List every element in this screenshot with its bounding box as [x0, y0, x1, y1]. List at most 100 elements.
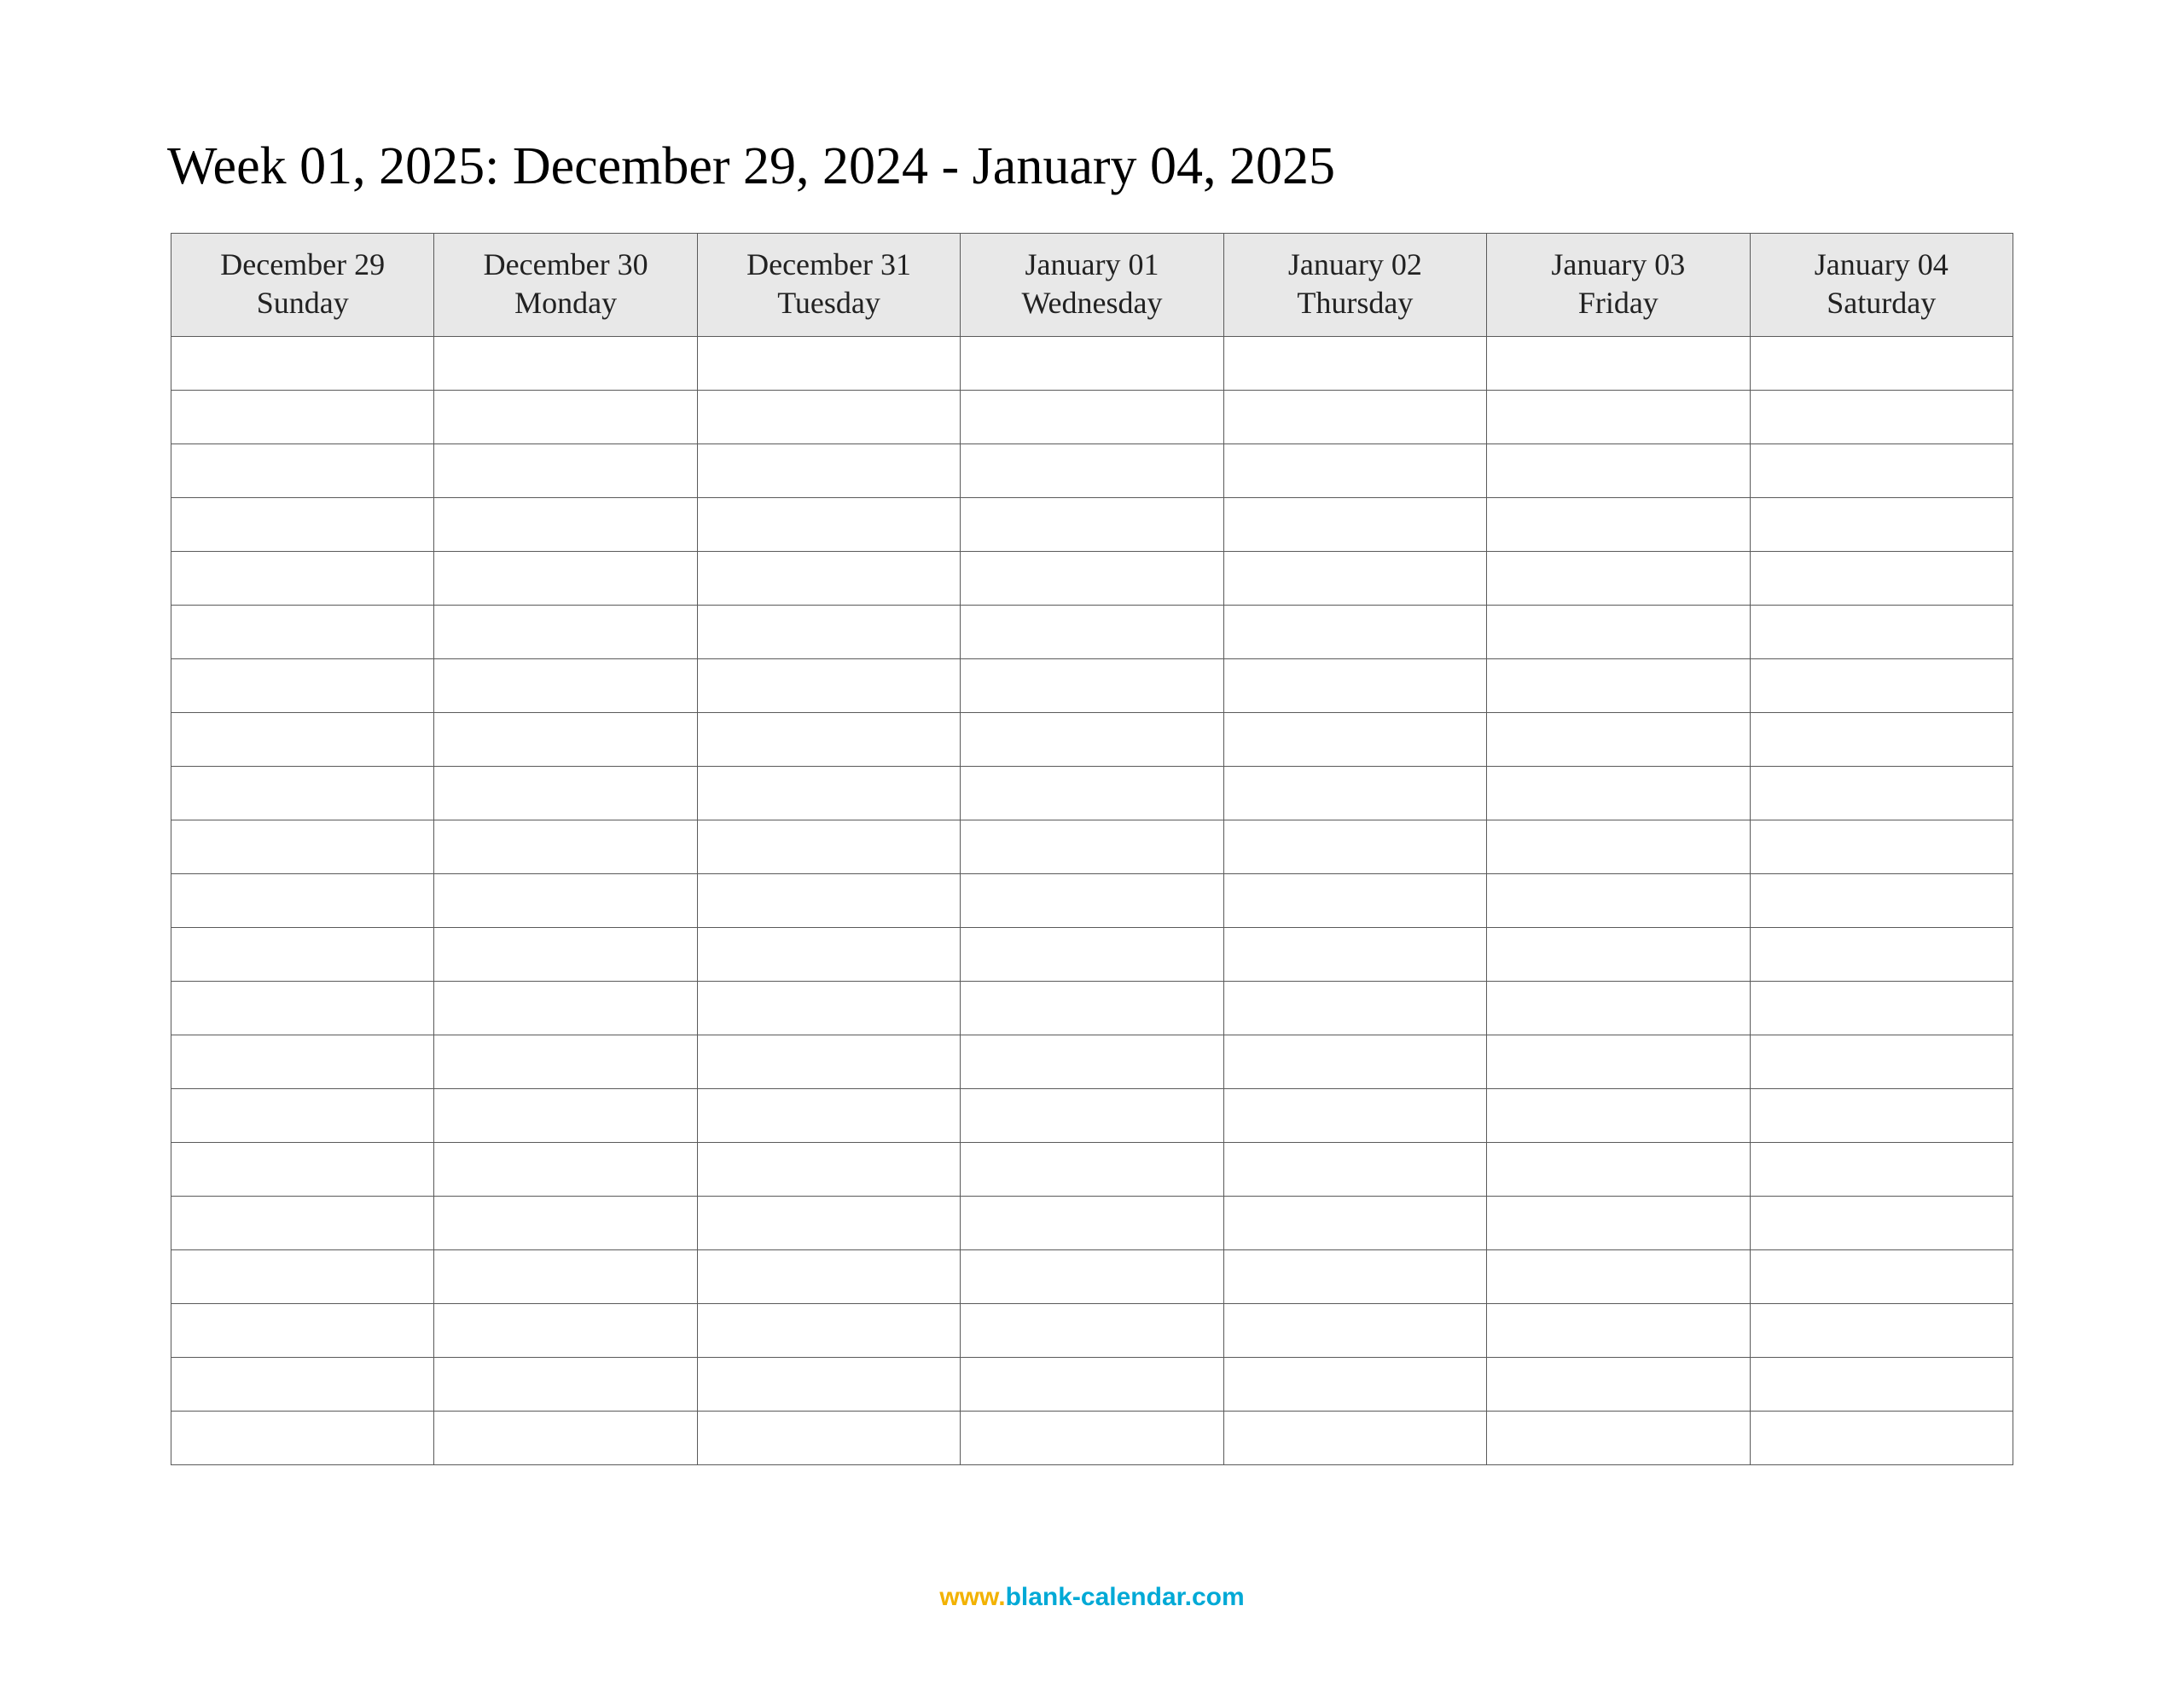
- calendar-cell: [171, 820, 434, 874]
- calendar-cell: [1223, 337, 1486, 391]
- calendar-cell: [171, 659, 434, 713]
- calendar-cell: [434, 1304, 697, 1358]
- calendar-cell: [1223, 498, 1486, 552]
- table-row: [171, 928, 2013, 982]
- calendar-cell: [434, 1412, 697, 1465]
- header-date: January 01: [961, 246, 1223, 284]
- table-row: [171, 498, 2013, 552]
- header-date: December 31: [698, 246, 960, 284]
- calendar-cell: [171, 391, 434, 444]
- calendar-cell: [1750, 928, 2013, 982]
- calendar-cell: [1487, 606, 1750, 659]
- calendar-header-cell: December 29Sunday: [171, 234, 434, 337]
- calendar-cell: [434, 1197, 697, 1250]
- calendar-cell: [1750, 874, 2013, 928]
- calendar-cell: [697, 713, 960, 767]
- calendar-header-cell: January 02Thursday: [1223, 234, 1486, 337]
- calendar-cell: [697, 820, 960, 874]
- calendar-cell: [434, 391, 697, 444]
- calendar-cell: [697, 982, 960, 1035]
- calendar-cell: [1487, 713, 1750, 767]
- calendar-cell: [1750, 1304, 2013, 1358]
- calendar-cell: [697, 767, 960, 820]
- calendar-cell: [171, 1143, 434, 1197]
- calendar-cell: [171, 1358, 434, 1412]
- calendar-cell: [1223, 1143, 1486, 1197]
- calendar-cell: [961, 928, 1223, 982]
- calendar-cell: [434, 444, 697, 498]
- calendar-cell: [1750, 498, 2013, 552]
- calendar-cell: [961, 982, 1223, 1035]
- calendar-cell: [1487, 391, 1750, 444]
- calendar-cell: [434, 552, 697, 606]
- calendar-cell: [697, 552, 960, 606]
- header-date: December 29: [171, 246, 433, 284]
- calendar-cell: [1750, 1250, 2013, 1304]
- calendar-cell: [1223, 1035, 1486, 1089]
- calendar-cell: [434, 1250, 697, 1304]
- calendar-cell: [171, 1250, 434, 1304]
- header-dayofweek: Wednesday: [961, 284, 1223, 322]
- calendar-cell: [171, 874, 434, 928]
- calendar-cell: [697, 444, 960, 498]
- calendar-cell: [697, 606, 960, 659]
- header-date: January 02: [1224, 246, 1486, 284]
- calendar-cell: [697, 1250, 960, 1304]
- table-row: [171, 1197, 2013, 1250]
- calendar-cell: [697, 659, 960, 713]
- calendar-cell: [171, 1035, 434, 1089]
- calendar-cell: [1487, 1250, 1750, 1304]
- table-row: [171, 606, 2013, 659]
- calendar-cell: [697, 1143, 960, 1197]
- calendar-cell: [434, 1358, 697, 1412]
- calendar-cell: [1223, 874, 1486, 928]
- calendar-cell: [434, 337, 697, 391]
- calendar-cell: [434, 606, 697, 659]
- calendar-cell: [434, 982, 697, 1035]
- calendar-cell: [1750, 1089, 2013, 1143]
- calendar-cell: [1750, 982, 2013, 1035]
- header-date: January 03: [1487, 246, 1749, 284]
- calendar-cell: [1750, 1143, 2013, 1197]
- header-dayofweek: Thursday: [1224, 284, 1486, 322]
- header-dayofweek: Tuesday: [698, 284, 960, 322]
- calendar-cell: [1750, 1412, 2013, 1465]
- calendar-cell: [171, 713, 434, 767]
- calendar-cell: [171, 444, 434, 498]
- calendar-cell: [961, 1412, 1223, 1465]
- calendar-cell: [434, 659, 697, 713]
- calendar-cell: [1223, 391, 1486, 444]
- calendar-cell: [961, 1250, 1223, 1304]
- table-row: [171, 820, 2013, 874]
- calendar-cell: [961, 1358, 1223, 1412]
- calendar-cell: [961, 767, 1223, 820]
- calendar-header-row: December 29SundayDecember 30MondayDecemb…: [171, 234, 2013, 337]
- calendar-cell: [961, 1304, 1223, 1358]
- table-row: [171, 1143, 2013, 1197]
- calendar-cell: [1750, 391, 2013, 444]
- calendar-cell: [171, 498, 434, 552]
- calendar-cell: [961, 1089, 1223, 1143]
- table-row: [171, 552, 2013, 606]
- calendar-cell: [171, 1089, 434, 1143]
- calendar-cell: [171, 767, 434, 820]
- calendar-cell: [1487, 444, 1750, 498]
- table-row: [171, 444, 2013, 498]
- table-row: [171, 1304, 2013, 1358]
- calendar-cell: [434, 713, 697, 767]
- header-dayofweek: Friday: [1487, 284, 1749, 322]
- calendar-cell: [434, 820, 697, 874]
- table-row: [171, 982, 2013, 1035]
- calendar-cell: [1750, 767, 2013, 820]
- calendar-cell: [697, 1035, 960, 1089]
- calendar-cell: [434, 498, 697, 552]
- calendar-cell: [171, 1412, 434, 1465]
- calendar-cell: [1223, 928, 1486, 982]
- calendar-cell: [1487, 928, 1750, 982]
- calendar-cell: [1750, 552, 2013, 606]
- calendar-header-cell: January 04Saturday: [1750, 234, 2013, 337]
- calendar-cell: [1750, 1035, 2013, 1089]
- table-row: [171, 1035, 2013, 1089]
- calendar-cell: [697, 1089, 960, 1143]
- calendar-cell: [961, 498, 1223, 552]
